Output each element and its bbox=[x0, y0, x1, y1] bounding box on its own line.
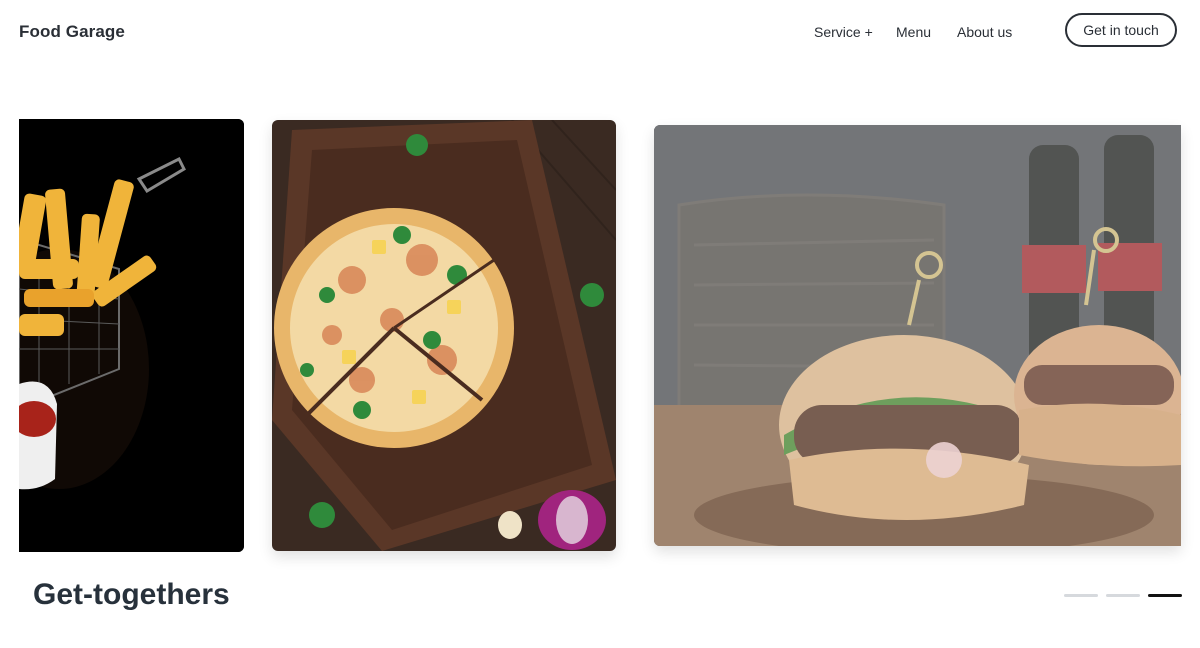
slide-caption: Get-togethers bbox=[33, 578, 230, 611]
nav-about-us[interactable]: About us bbox=[957, 24, 1012, 40]
carousel-indicator bbox=[1064, 594, 1182, 597]
get-in-touch-button[interactable]: Get in touch bbox=[1065, 13, 1177, 47]
nav-menu[interactable]: Menu bbox=[896, 24, 931, 40]
pizza-image bbox=[272, 120, 616, 551]
site-header: Food Garage Service + Menu About us Get … bbox=[0, 0, 1200, 64]
carousel-dot-2[interactable] bbox=[1106, 594, 1140, 597]
carousel-dot-3[interactable] bbox=[1148, 594, 1182, 597]
carousel-dot-1[interactable] bbox=[1064, 594, 1098, 597]
slide-burger[interactable] bbox=[654, 125, 1181, 546]
brand-logo[interactable]: Food Garage bbox=[19, 22, 125, 42]
slide-pizza[interactable] bbox=[272, 120, 616, 551]
slide-fries[interactable] bbox=[19, 119, 244, 552]
fries-image bbox=[19, 119, 244, 552]
nav-service[interactable]: Service + bbox=[814, 24, 873, 40]
burger-image bbox=[654, 125, 1181, 546]
